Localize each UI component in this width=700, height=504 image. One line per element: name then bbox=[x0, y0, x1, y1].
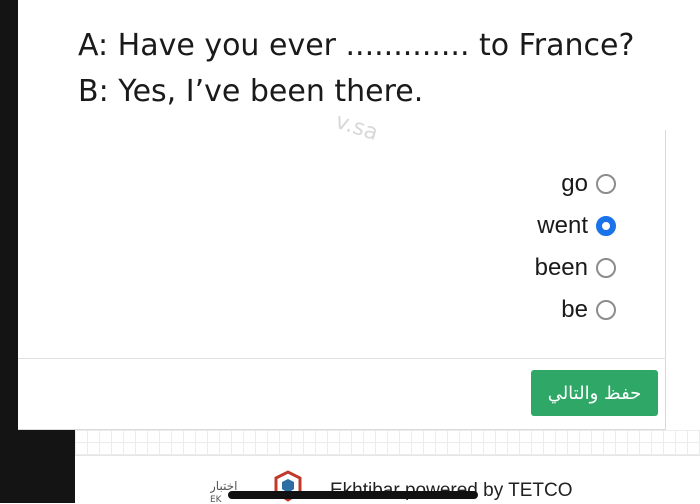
option-label: be bbox=[561, 296, 588, 323]
option-label: go bbox=[561, 170, 588, 197]
radio-checked-icon[interactable] bbox=[596, 216, 616, 236]
option-been[interactable]: been bbox=[416, 247, 616, 289]
option-went[interactable]: went bbox=[416, 205, 616, 247]
option-be[interactable]: be bbox=[416, 289, 616, 331]
background-grid bbox=[75, 430, 700, 455]
option-go[interactable]: go bbox=[416, 163, 616, 205]
question-line-a: A: Have you ever ............. to France… bbox=[78, 28, 635, 63]
question-line-b: B: Yes, I’ve been there. bbox=[78, 74, 424, 109]
radio-unchecked-icon[interactable] bbox=[596, 174, 616, 194]
option-label: been bbox=[534, 254, 588, 281]
radio-unchecked-icon[interactable] bbox=[596, 300, 616, 320]
question-image: A: Have you ever ............. to France… bbox=[56, 0, 676, 130]
answer-options: go went been be bbox=[416, 163, 616, 331]
radio-unchecked-icon[interactable] bbox=[596, 258, 616, 278]
home-indicator[interactable] bbox=[228, 491, 478, 499]
save-and-next-button[interactable]: حفظ والتالي bbox=[531, 370, 658, 416]
card-divider bbox=[18, 358, 666, 359]
left-dark-edge bbox=[0, 0, 18, 430]
option-label: went bbox=[537, 212, 588, 239]
left-dark-edge-bottom bbox=[0, 430, 75, 503]
